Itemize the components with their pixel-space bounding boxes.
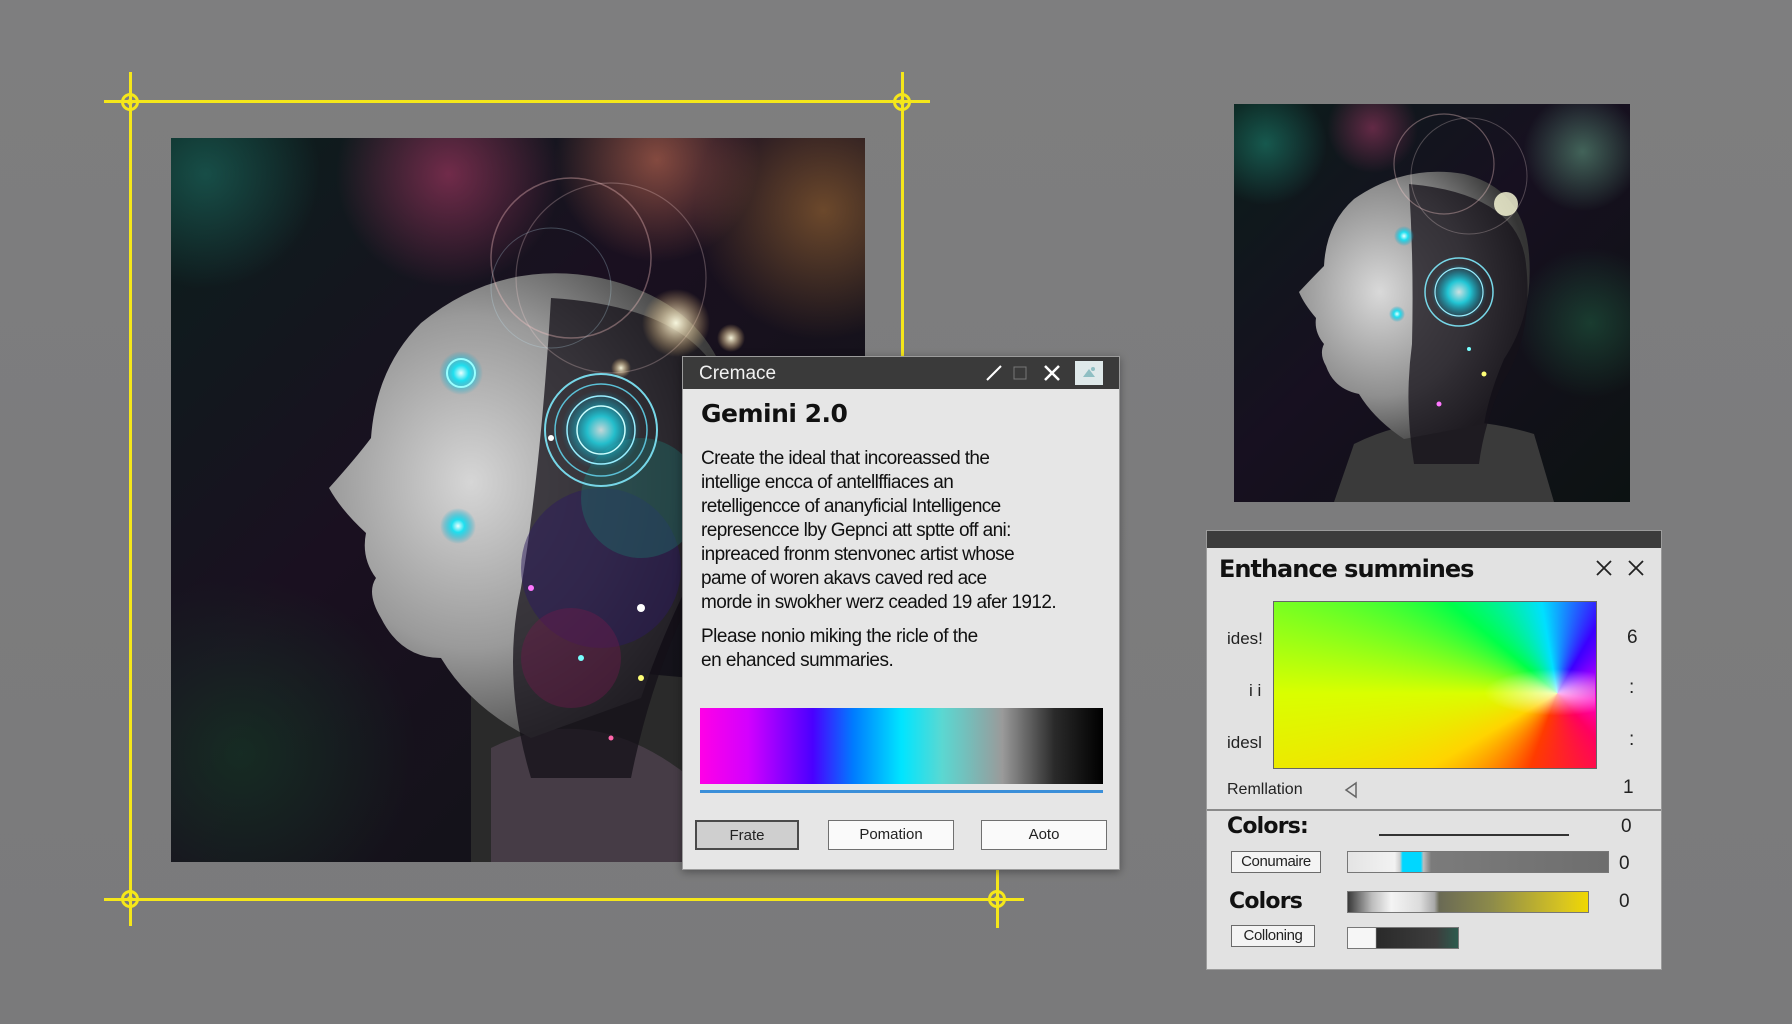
frate-button[interactable]: Frate [695, 820, 799, 850]
image-icon[interactable] [1075, 361, 1103, 385]
row-label: idesl [1227, 733, 1262, 752]
colors-value-2: 0 [1619, 891, 1630, 912]
colors-section-label: Colors: [1227, 814, 1309, 839]
colloning-button[interactable]: Colloning [1231, 925, 1315, 947]
dialog-title: Cremace [699, 363, 777, 384]
prompt-line: Please nonio miking the ricle of the [701, 626, 978, 647]
panel-divider [1207, 809, 1661, 811]
body-line: intellige encca of antellffiaces an [701, 472, 954, 493]
close-icon[interactable] [1593, 557, 1615, 579]
color-field-highlight [1273, 601, 1595, 767]
colors-section-label-2: Colors [1229, 889, 1303, 914]
triangle-left-icon[interactable] [1343, 781, 1359, 804]
row-value: 6 [1627, 627, 1638, 648]
crop-left-edge[interactable] [129, 72, 132, 926]
conumaire-button[interactable]: Conumaire [1231, 851, 1321, 873]
prompt-line: en ehanced summaries. [701, 650, 894, 671]
ai-head-thumbnail-artwork [1299, 113, 1554, 502]
body-line: Create the ideal that incoreassed the [701, 448, 990, 469]
pen-icon[interactable] [983, 362, 1005, 384]
pomation-button[interactable]: Pomation [828, 820, 954, 850]
crop-bottom-edge[interactable] [104, 898, 1024, 901]
crop-handle-bottom-right[interactable] [988, 890, 1006, 908]
preview-thumbnail[interactable] [1234, 104, 1630, 502]
square-icon[interactable] [1009, 362, 1031, 384]
crop-right-edge[interactable] [901, 72, 904, 356]
body-line: retelligencce of ananyficial Intelligenc… [701, 496, 1001, 517]
gemini-dialog: Cremace Gemini 2.0 Create the ideal that… [682, 356, 1120, 870]
row-label: i i [1249, 681, 1262, 700]
colors-slider-track[interactable] [1379, 834, 1569, 836]
colors-gradient-slider[interactable] [1347, 891, 1589, 913]
panel-topbar[interactable] [1207, 531, 1661, 548]
color-spectrum-bar[interactable] [700, 708, 1103, 784]
body-line: morde in swokher werz ceaded 19 afer 191… [701, 592, 1057, 613]
conumaire-slider[interactable] [1347, 851, 1609, 873]
aoto-button[interactable]: Aoto [981, 820, 1107, 850]
remlation-label: Remllation [1227, 781, 1303, 798]
body-line: inpreaced fronm stenvonec artist whose [701, 544, 1015, 565]
row-value: : [1629, 677, 1635, 698]
crop-handle-top-right[interactable] [893, 93, 911, 111]
remlation-value: 1 [1623, 777, 1634, 798]
spectrum-accent-line [700, 790, 1103, 793]
colloning-slider[interactable] [1347, 927, 1459, 949]
crop-top-edge[interactable] [104, 100, 930, 103]
close-icon[interactable] [1041, 362, 1063, 384]
colors-value: 0 [1621, 816, 1632, 837]
body-line: represencce lby Gepnci att sptte off ani… [701, 520, 1011, 541]
enhance-panel: Enthance summines ides! 6 i i : idesl : … [1206, 530, 1662, 970]
dialog-heading: Gemini 2.0 [701, 399, 848, 428]
crop-handle-top-left[interactable] [121, 93, 139, 111]
row-value: : [1629, 729, 1635, 750]
row-label: ides! [1227, 629, 1263, 648]
dialog-body-text: Create the ideal that incoreassed the in… [701, 447, 1111, 615]
body-line: pame of woren akavs caved red ace [701, 568, 987, 589]
conumaire-value: 0 [1619, 853, 1630, 874]
close-icon[interactable] [1625, 557, 1647, 579]
panel-title: Enthance summines [1219, 555, 1474, 583]
crop-handle-bottom-left[interactable] [121, 890, 139, 908]
dialog-titlebar[interactable]: Cremace [683, 357, 1119, 389]
dialog-prompt-text: Please nonio miking the ricle of the en … [701, 625, 1101, 673]
